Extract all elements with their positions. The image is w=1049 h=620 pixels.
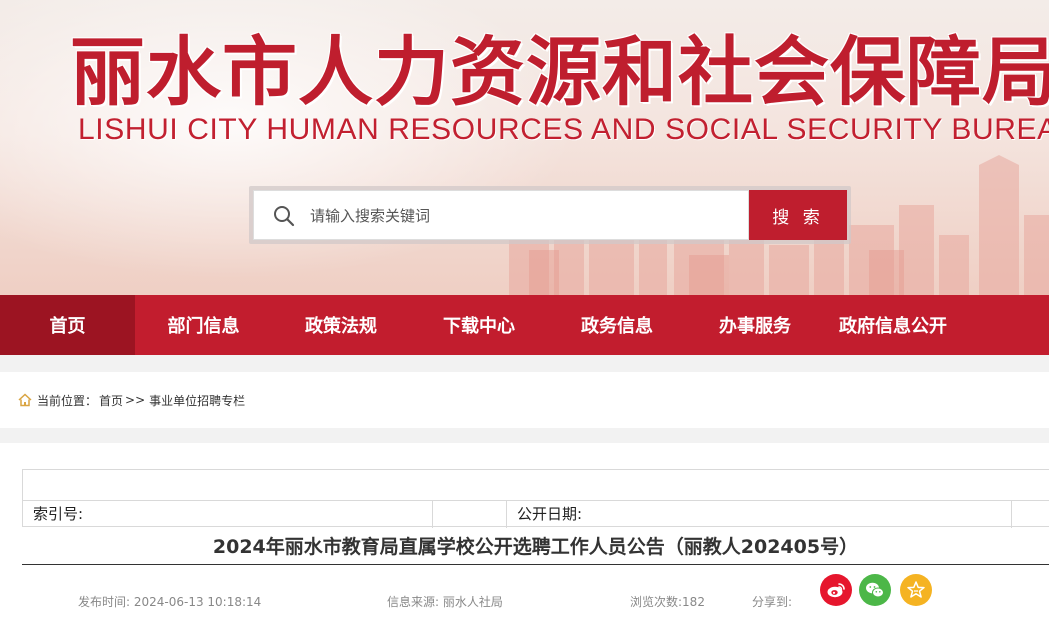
info-source: 信息来源: 丽水人社局	[387, 595, 503, 609]
index-number-value	[433, 501, 507, 528]
search-bar: 搜 索	[249, 186, 851, 244]
article-meta-table: 索引号: 公开日期:	[22, 469, 1049, 528]
weibo-icon	[827, 583, 845, 598]
breadcrumb-current[interactable]: 事业单位招聘专栏	[149, 392, 245, 409]
search-icon	[274, 206, 295, 227]
publish-date-label: 公开日期:	[507, 501, 1012, 528]
search-box	[253, 190, 749, 240]
article-meta-row: 索引号: 公开日期:	[23, 500, 1049, 528]
nav-item-home[interactable]: 首页	[0, 295, 135, 355]
search-button[interactable]: 搜 索	[749, 190, 847, 240]
site-banner: 丽水市人力资源和社会保障局 LISHUI CITY HUMAN RESOURCE…	[0, 0, 1049, 295]
breadcrumb-separator: >>	[125, 393, 146, 407]
nav-item-government-affairs[interactable]: 政务信息	[548, 295, 686, 355]
search-input[interactable]	[310, 203, 730, 229]
article-panel: 索引号: 公开日期: 2024年丽水市教育局直属学校公开选聘工作人员公告（丽教人…	[0, 443, 1049, 620]
main-nav: 首页 部门信息 政策法规 下载中心 政务信息 办事服务 政府信息公开	[0, 295, 1049, 355]
view-count: 浏览次数:182	[630, 595, 705, 609]
breadcrumb: 当前位置： 首页 >> 事业单位招聘专栏	[0, 372, 1049, 428]
wechat-icon	[866, 582, 884, 598]
publish-date-value	[1012, 501, 1049, 528]
share-label: 分享到:	[752, 595, 793, 609]
index-number-label: 索引号:	[23, 501, 433, 528]
site-title: 丽水市人力资源和社会保障局	[70, 28, 1049, 116]
breadcrumb-home-link[interactable]: 首页	[99, 392, 123, 409]
nav-item-policies[interactable]: 政策法规	[272, 295, 410, 355]
nav-item-info-disclosure[interactable]: 政府信息公开	[824, 295, 962, 355]
nav-item-services[interactable]: 办事服务	[686, 295, 824, 355]
star-icon	[907, 581, 925, 598]
publish-time: 发布时间: 2024-06-13 10:18:14	[78, 595, 262, 609]
home-icon	[18, 393, 32, 407]
nav-item-department-info[interactable]: 部门信息	[135, 295, 272, 355]
share-favorite-button[interactable]	[900, 574, 932, 606]
share-wechat-button[interactable]	[859, 574, 891, 606]
site-subtitle: LISHUI CITY HUMAN RESOURCES AND SOCIAL S…	[78, 113, 1049, 146]
nav-item-downloads[interactable]: 下载中心	[410, 295, 548, 355]
breadcrumb-prefix: 当前位置：	[37, 393, 98, 408]
share-weibo-button[interactable]	[820, 574, 852, 606]
article-title: 2024年丽水市教育局直属学校公开选聘工作人员公告（丽教人202405号）	[22, 531, 1049, 565]
